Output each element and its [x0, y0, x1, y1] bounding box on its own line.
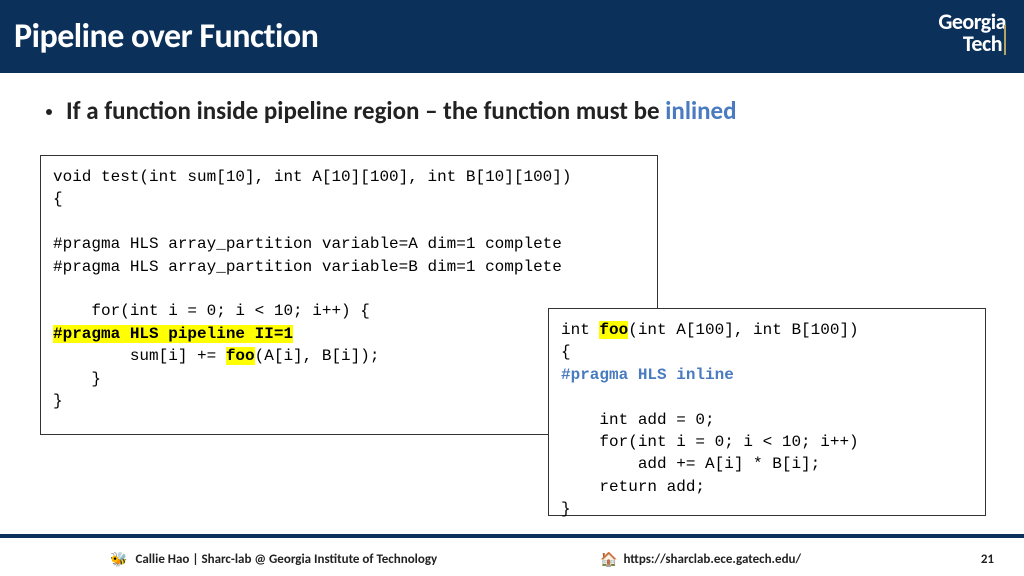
- bullet-point: If a function inside pipeline region – t…: [40, 95, 984, 126]
- bullet-dot-icon: [46, 109, 52, 115]
- footer-url: https://sharclab.ece.gatech.edu/: [623, 552, 801, 567]
- slide-header: Pipeline over Function Georgia Tech: [0, 0, 1024, 73]
- code-line: {: [53, 190, 63, 208]
- code-line: }: [53, 370, 101, 388]
- code-line: }: [561, 500, 571, 518]
- bullet-accent: inlined: [665, 95, 736, 126]
- code-line-blue-pragma: #pragma HLS inline: [561, 366, 734, 384]
- code-line: return add;: [561, 478, 705, 496]
- code-line: sum[i] +=: [53, 347, 226, 365]
- code-line: (int A[100], int B[100]): [628, 321, 858, 339]
- code-line: void test(int sum[10], int A[10][100], i…: [53, 168, 571, 186]
- footer: 🐝 Callie Hao | Sharc-lab @ Georgia Insti…: [0, 542, 1024, 576]
- bullet-text: If a function inside pipeline region – t…: [66, 95, 737, 126]
- code-line: int add = 0;: [561, 411, 715, 429]
- code-line: for(int i = 0; i < 10; i++): [561, 433, 859, 451]
- code-line: }: [53, 392, 63, 410]
- footer-author: Callie Hao | Sharc-lab @ Georgia Institu…: [135, 552, 437, 567]
- code-line: {: [561, 343, 571, 361]
- code-line-hl-pragma: #pragma HLS pipeline II=1: [53, 325, 293, 343]
- content-area: If a function inside pipeline region – t…: [0, 73, 1024, 126]
- code-block-foo: int foo(int A[100], int B[100]) { #pragm…: [548, 308, 986, 516]
- footer-mid: 🏠 https://sharclab.ece.gatech.edu/: [600, 551, 801, 568]
- buzz-icon: 🐝: [110, 551, 127, 568]
- code-line-hl-foo: foo: [226, 347, 255, 365]
- code-line: add += A[i] * B[i];: [561, 455, 820, 473]
- bullet-pre: If a function inside pipeline region – t…: [66, 95, 665, 126]
- logo-accent: [1004, 25, 1006, 55]
- code-line-hl-foo: foo: [599, 321, 628, 339]
- home-icon: 🏠: [600, 551, 617, 568]
- footer-rule: [0, 534, 1024, 538]
- code-line: for(int i = 0; i < 10; i++) {: [53, 302, 370, 320]
- code-line: (A[i], B[i]);: [255, 347, 380, 365]
- code-line: #pragma HLS array_partition variable=A d…: [53, 235, 562, 253]
- footer-left: 🐝 Callie Hao | Sharc-lab @ Georgia Insti…: [110, 551, 437, 568]
- logo-text-bot: Tech: [963, 30, 1002, 57]
- slide-title: Pipeline over Function: [14, 16, 318, 57]
- code-line: int: [561, 321, 599, 339]
- page-number: 21: [981, 552, 994, 567]
- code-line: #pragma HLS array_partition variable=B d…: [53, 258, 562, 276]
- gt-logo: Georgia Tech: [938, 11, 1006, 63]
